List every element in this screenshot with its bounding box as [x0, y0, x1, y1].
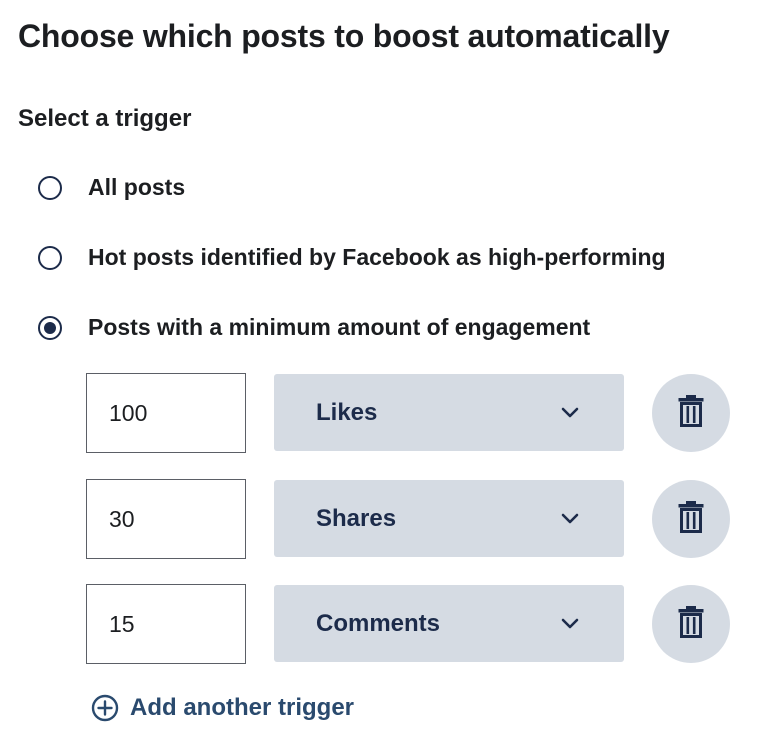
trigger-section-label: Select a trigger [18, 105, 192, 132]
boost-settings-panel: Choose which posts to boost automaticall… [0, 0, 768, 747]
metric-dropdown-label: Likes [316, 398, 378, 426]
radio-option-min-engagement[interactable]: Posts with a minimum amount of engagemen… [38, 314, 590, 341]
delete-trigger-button[interactable] [652, 480, 730, 558]
chevron-down-icon [560, 512, 580, 526]
radio-option-label: All posts [88, 174, 186, 200]
chevron-down-icon [560, 617, 580, 631]
radio-dot [44, 321, 56, 334]
threshold-input[interactable] [86, 584, 246, 664]
add-trigger-label: Add another trigger [130, 694, 355, 721]
trash-icon [677, 394, 705, 432]
metric-dropdown-label: Shares [316, 504, 397, 532]
radio-option-label: Posts with a minimum amount of engagemen… [88, 314, 591, 340]
radio-option-hot-posts[interactable]: Hot posts identified by Facebook as high… [38, 244, 666, 271]
metric-dropdown-label: Comments [316, 609, 441, 637]
trash-icon [677, 500, 705, 538]
radio-icon[interactable] [38, 245, 62, 270]
radio-option-label: Hot posts identified by Facebook as high… [88, 244, 666, 270]
metric-dropdown[interactable]: Comments [274, 585, 624, 662]
engagement-trigger-row: Shares [86, 479, 736, 559]
engagement-trigger-row: Comments [86, 584, 736, 664]
engagement-trigger-row: Likes [86, 373, 736, 453]
plus-circle-icon [90, 693, 120, 723]
radio-selected-icon[interactable] [38, 315, 62, 340]
radio-option-all-posts[interactable]: All posts [38, 174, 185, 201]
threshold-input[interactable] [86, 373, 246, 453]
add-trigger-button[interactable]: Add another trigger [90, 693, 354, 723]
delete-trigger-button[interactable] [652, 585, 730, 663]
threshold-input[interactable] [86, 479, 246, 559]
trash-icon [677, 605, 705, 643]
page-title: Choose which posts to boost automaticall… [18, 18, 670, 54]
delete-trigger-button[interactable] [652, 374, 730, 452]
metric-dropdown[interactable]: Shares [274, 480, 624, 557]
metric-dropdown[interactable]: Likes [274, 374, 624, 451]
radio-icon[interactable] [38, 175, 62, 200]
chevron-down-icon [560, 406, 580, 420]
